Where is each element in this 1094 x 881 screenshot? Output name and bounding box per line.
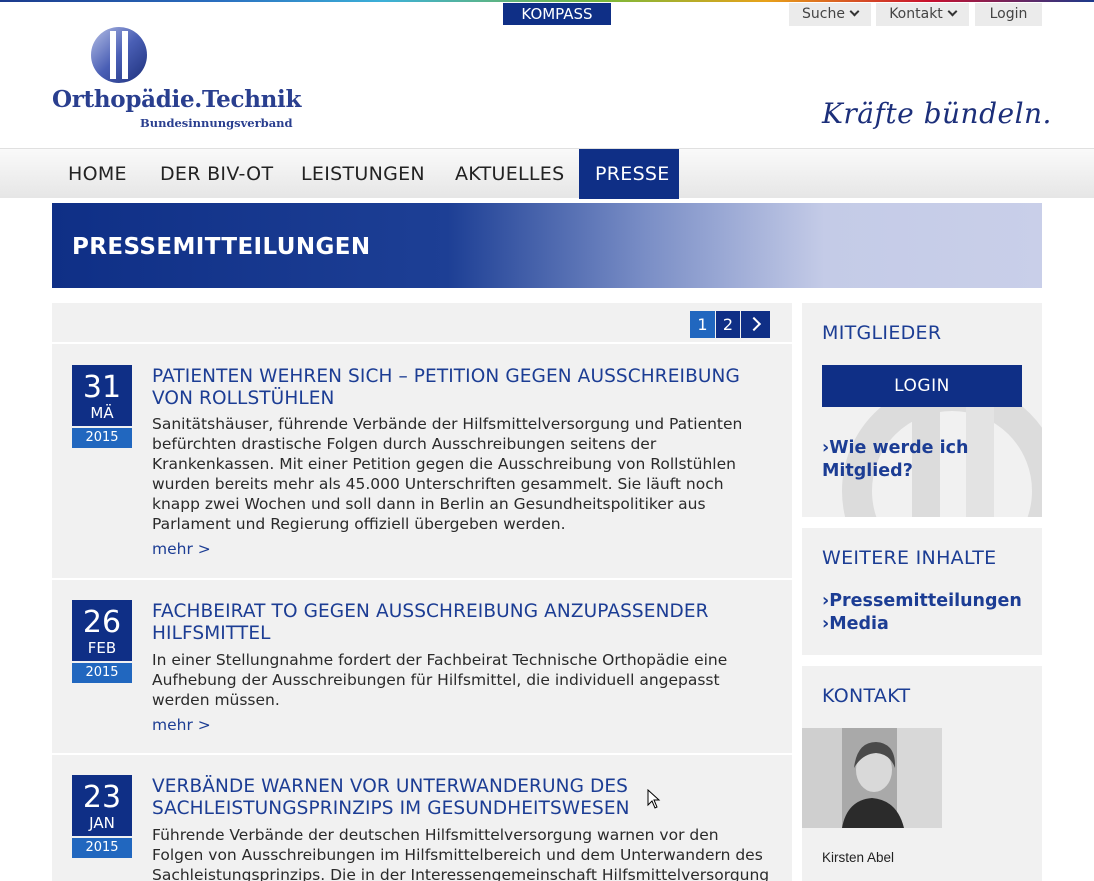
date-day: 31 bbox=[82, 370, 122, 405]
login-link[interactable]: Login bbox=[975, 3, 1042, 26]
article-title[interactable]: PATIENTEN WEHREN SICH – PETITION GEGEN A… bbox=[152, 366, 772, 410]
date-day: 26 bbox=[82, 605, 122, 640]
date-month: FEB bbox=[87, 639, 117, 657]
color-stripe bbox=[0, 0, 1094, 2]
more-content-heading: WEITERE INHALTE bbox=[822, 547, 997, 569]
become-member-link[interactable]: ›Wie werde ich Mitglied? bbox=[822, 437, 972, 483]
site-logo[interactable]: Orthopädie.Technik Bundesinnungsverband bbox=[52, 26, 312, 136]
date-month: MÄ bbox=[90, 404, 114, 422]
member-login-button[interactable]: LOGIN bbox=[822, 365, 1022, 407]
kompass-link[interactable]: KOMPASS bbox=[503, 3, 611, 25]
date-badge: 23 JAN 2015 bbox=[72, 775, 132, 858]
date-year: 2015 bbox=[72, 838, 132, 858]
search-label: Suche bbox=[802, 6, 845, 22]
date-badge: 31 MÄ 2015 bbox=[72, 365, 132, 448]
contact-box: KONTAKT Kirsten Abel bbox=[802, 666, 1042, 881]
chevron-right-icon bbox=[746, 316, 761, 332]
page-2-button[interactable]: 2 bbox=[716, 311, 740, 338]
page-title: PRESSEMITTEILUNGEN bbox=[72, 234, 371, 260]
main-navigation: HOME DER BIV-OT LEISTUNGEN AKTUELLES PRE… bbox=[0, 148, 1094, 199]
article-text: Führende Verbände der deutschen Hilfsmit… bbox=[152, 826, 770, 881]
press-releases-link[interactable]: ›Pressemitteilungen bbox=[822, 590, 1022, 613]
slogan: Kräfte bündeln. bbox=[822, 97, 1052, 130]
list-item: 26 FEB 2015 FACHBEIRAT TO GEGEN AUSSCHRE… bbox=[52, 578, 792, 753]
nav-home[interactable]: HOME bbox=[52, 149, 143, 199]
media-link[interactable]: ›Media bbox=[822, 613, 889, 636]
article-title[interactable]: VERBÄNDE WARNEN VOR UNTERWANDERUNG DES S… bbox=[152, 776, 772, 820]
contact-name: Kirsten Abel bbox=[822, 850, 895, 865]
contact-photo bbox=[802, 728, 942, 828]
chevron-down-icon bbox=[947, 6, 958, 17]
contact-heading: KONTAKT bbox=[822, 685, 911, 707]
search-menu[interactable]: Suche bbox=[789, 3, 871, 26]
chevron-down-icon bbox=[849, 6, 860, 17]
page-banner: PRESSEMITTEILUNGEN bbox=[52, 203, 1042, 288]
logo-title: Orthopädie.Technik bbox=[52, 86, 302, 113]
read-more-link[interactable]: mehr > bbox=[152, 716, 211, 734]
contact-menu[interactable]: Kontakt bbox=[876, 3, 969, 26]
list-item: 23 JAN 2015 VERBÄNDE WARNEN VOR UNTERWAN… bbox=[52, 753, 792, 881]
article-text: Sanitätshäuser, führende Verbände der Hi… bbox=[152, 415, 743, 533]
date-month: JAN bbox=[89, 814, 115, 832]
date-year: 2015 bbox=[72, 663, 132, 683]
date-badge: 26 FEB 2015 bbox=[72, 600, 132, 683]
read-more-link[interactable]: mehr > bbox=[152, 540, 211, 558]
press-list: 1 2 31 MÄ 2015 PATIENTEN WEHREN SICH – P… bbox=[52, 303, 792, 881]
list-item: 31 MÄ 2015 PATIENTEN WEHREN SICH – PETIT… bbox=[52, 342, 792, 578]
contact-label: Kontakt bbox=[889, 6, 943, 22]
page-1-button[interactable]: 1 bbox=[690, 311, 715, 338]
members-box: MITGLIEDER LOGIN ›Wie werde ich Mitglied… bbox=[802, 303, 1042, 517]
more-content-box: WEITERE INHALTE ›Pressemitteilungen ›Med… bbox=[802, 528, 1042, 655]
date-day: 23 bbox=[82, 780, 122, 815]
date-year: 2015 bbox=[72, 428, 132, 448]
article-title[interactable]: FACHBEIRAT TO GEGEN AUSSCHREIBUNG ANZUPA… bbox=[152, 601, 772, 645]
nav-aktuelles[interactable]: AKTUELLES bbox=[439, 149, 580, 199]
nav-der-biv-ot[interactable]: DER BIV-OT bbox=[144, 149, 289, 199]
nav-leistungen[interactable]: LEISTUNGEN bbox=[285, 149, 441, 199]
next-page-button[interactable] bbox=[741, 311, 770, 338]
article-text: In einer Stellungnahme fordert der Fachb… bbox=[152, 651, 728, 709]
nav-presse[interactable]: PRESSE bbox=[579, 149, 679, 199]
members-heading: MITGLIEDER bbox=[822, 322, 942, 344]
mouse-cursor-icon bbox=[647, 789, 661, 809]
logo-subtitle: Bundesinnungsverband bbox=[140, 116, 293, 130]
logo-emblem-icon bbox=[91, 27, 147, 83]
